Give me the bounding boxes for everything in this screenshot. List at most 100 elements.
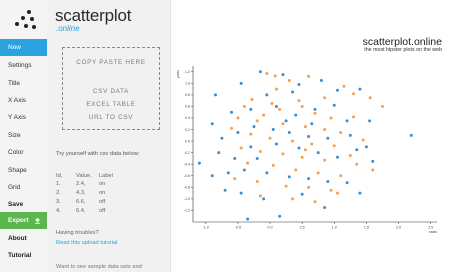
- scatter-point: [361, 138, 365, 142]
- scatter-point: [217, 151, 221, 155]
- sample-note: Want to see sample data sets and: [56, 264, 142, 270]
- scatter-point: [323, 128, 327, 132]
- nav-label: About: [8, 235, 27, 242]
- nav-item-x-axis[interactable]: X Axis: [0, 92, 47, 109]
- table-cell: on: [99, 181, 106, 187]
- nav-item-new[interactable]: New: [0, 39, 47, 56]
- scatter-point: [287, 78, 291, 82]
- app-window: New Settings Title X Axis Y Axis Size Co…: [0, 0, 450, 272]
- scatter-point: [265, 171, 269, 175]
- scatter-point: [313, 107, 317, 111]
- scatter-point: [339, 130, 343, 134]
- scatter-point: [297, 99, 301, 103]
- scatter-point: [335, 88, 339, 92]
- tutorial-link[interactable]: Read this upload tutorial: [56, 240, 117, 246]
- table-cell: 2.: [56, 190, 61, 196]
- nav-label: Grid: [8, 184, 21, 191]
- scatter-point: [246, 161, 250, 165]
- scatter-point: [258, 150, 262, 154]
- scatter-point: [319, 78, 323, 82]
- scatter-point: [297, 146, 301, 150]
- y-tick-label: 1.2: [185, 70, 190, 74]
- scatter-point: [230, 126, 234, 130]
- export-button[interactable]: Export: [0, 212, 47, 229]
- y-tick-label: -1.0: [184, 197, 190, 201]
- nav-item-title[interactable]: Title: [0, 75, 47, 92]
- nav-item-color[interactable]: Color: [0, 144, 47, 161]
- scatter-point: [230, 110, 234, 114]
- nav-label: Save: [8, 201, 24, 208]
- table-cell: on: [99, 190, 106, 196]
- scatter-point: [329, 188, 333, 192]
- y-tick-label: 0.2: [185, 128, 190, 132]
- table-cell: 3.: [56, 199, 61, 205]
- scatter-point: [274, 104, 278, 108]
- scatter-point: [281, 122, 285, 126]
- nav-label: Shape: [8, 167, 27, 174]
- y-tick-label: -0.6: [184, 174, 190, 178]
- table-header: Value,: [76, 173, 92, 179]
- scatter-point: [281, 73, 285, 77]
- scatter-point: [287, 175, 291, 179]
- x-tick-label: 2.0: [396, 226, 401, 230]
- scatter-point: [278, 107, 282, 111]
- scatter-point: [297, 82, 301, 86]
- data-panel: scatterplot .online COPY PASTE HERE CSV …: [47, 0, 171, 272]
- paste-option-csv: CSV DATA: [92, 88, 130, 95]
- nav-label: New: [8, 44, 22, 51]
- paste-area[interactable]: COPY PASTE HERE CSV DATA EXCEL TABLE URL…: [62, 47, 160, 130]
- scatter-point: [250, 98, 254, 102]
- scatter-point: [255, 156, 259, 160]
- scatter-point: [307, 177, 311, 181]
- scatter-point: [326, 136, 330, 140]
- scatter-point: [358, 191, 362, 195]
- scatter-point: [323, 96, 327, 100]
- nav-item-save[interactable]: Save: [0, 196, 47, 213]
- nav-item-grid[interactable]: Grid: [0, 179, 47, 196]
- scatter-point: [303, 125, 307, 129]
- scatter-point: [352, 115, 356, 119]
- scatter-point: [355, 148, 359, 152]
- scatter-point: [409, 133, 413, 137]
- scatter-point: [313, 111, 317, 115]
- scatter-point: [226, 171, 230, 175]
- scatter-point: [307, 74, 311, 78]
- nav-item-shape[interactable]: Shape: [0, 162, 47, 179]
- x-tick-label: 0.5: [300, 226, 305, 230]
- y-tick-label: -1.2: [184, 209, 190, 213]
- nav-item-y-axis[interactable]: Y Axis: [0, 109, 47, 126]
- scatter-point: [380, 104, 384, 108]
- nav-item-about[interactable]: About: [0, 230, 47, 247]
- scatter-point: [371, 159, 375, 163]
- scatter-point: [210, 122, 214, 126]
- scatter-point: [364, 145, 368, 149]
- scatter-point: [239, 191, 243, 195]
- scatter-point: [355, 162, 359, 166]
- scatter-point: [332, 103, 336, 107]
- table-cell: off: [99, 208, 106, 214]
- logo-dot: [15, 22, 19, 26]
- scatter-point: [262, 197, 266, 201]
- scatter-point: [291, 139, 295, 143]
- table-cell: 2.4,: [76, 181, 86, 187]
- scatter-point: [236, 130, 240, 134]
- scatter-point: [281, 152, 285, 156]
- scatter-point: [273, 74, 277, 78]
- scatter-point: [368, 96, 372, 100]
- scatter-point: [249, 132, 253, 136]
- nav-item-tutorial[interactable]: Tutorial: [0, 247, 47, 264]
- y-axis-label: yaxis: [176, 70, 180, 78]
- scatter-point: [284, 184, 288, 188]
- logo-dot: [32, 25, 36, 29]
- scatter-point: [335, 191, 339, 195]
- nav-label: Settings: [8, 62, 32, 69]
- scatter-point: [358, 87, 362, 91]
- scatter-point: [368, 119, 372, 123]
- logo-dot: [27, 10, 31, 14]
- nav-item-size[interactable]: Size: [0, 127, 47, 144]
- scatter-point: [303, 148, 307, 152]
- nav-item-settings[interactable]: Settings: [0, 57, 47, 74]
- table-header: Label: [99, 173, 113, 179]
- scatter-point: [278, 214, 282, 218]
- scatter-point: [265, 93, 269, 97]
